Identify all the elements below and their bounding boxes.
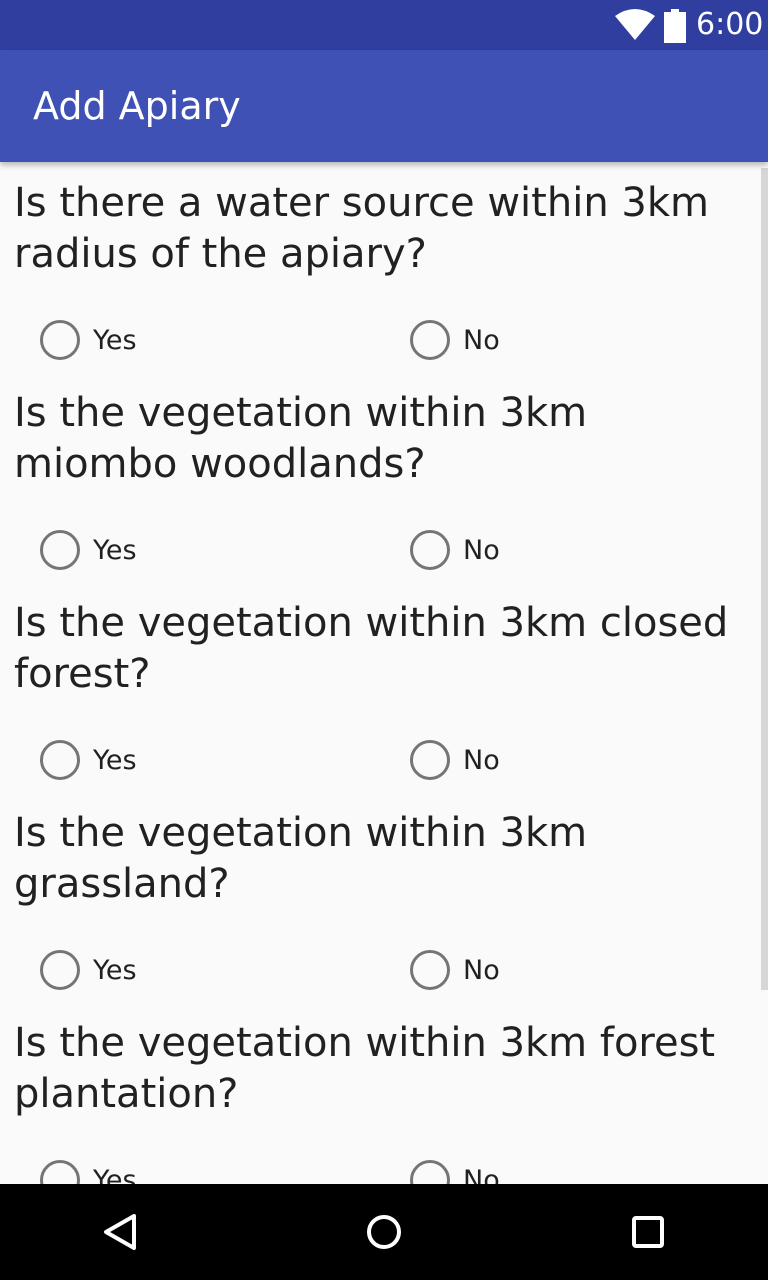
question-closed-forest: Is the vegetation within 3km closed fore… — [0, 582, 768, 792]
radio-yes[interactable]: Yes — [40, 320, 137, 360]
radio-unchecked-icon[interactable] — [410, 320, 450, 360]
radio-label-no: No — [463, 534, 500, 566]
radio-yes[interactable]: Yes — [40, 950, 137, 990]
question-text: Is the vegetation within 3km miombo wood… — [14, 390, 588, 487]
back-icon[interactable] — [96, 1208, 144, 1256]
radio-label-yes: Yes — [93, 324, 137, 356]
navigation-bar — [0, 1184, 768, 1280]
radio-label-no: No — [463, 1164, 500, 1185]
radio-no[interactable]: No — [410, 1160, 500, 1184]
battery-icon — [664, 9, 686, 43]
radio-unchecked-icon[interactable] — [40, 950, 80, 990]
scrollbar[interactable] — [761, 168, 768, 990]
radio-unchecked-icon[interactable] — [410, 1160, 450, 1184]
app-bar: Add Apiary — [0, 50, 768, 162]
radio-yes[interactable]: Yes — [40, 740, 137, 780]
home-icon[interactable] — [360, 1208, 408, 1256]
radio-no[interactable]: No — [410, 950, 500, 990]
radio-unchecked-icon[interactable] — [40, 320, 80, 360]
radio-no[interactable]: No — [410, 320, 500, 360]
question-miombo-woodlands: Is the vegetation within 3km miombo wood… — [0, 372, 768, 582]
question-text: Is the vegetation within 3km forest plan… — [14, 1020, 716, 1117]
radio-label-no: No — [463, 954, 500, 986]
recents-icon[interactable] — [624, 1208, 672, 1256]
page-title: Add Apiary — [33, 84, 241, 128]
radio-label-yes: Yes — [93, 744, 137, 776]
radio-label-yes: Yes — [93, 534, 137, 566]
radio-yes[interactable]: Yes — [40, 1160, 137, 1184]
question-text: Is the vegetation within 3km closed fore… — [14, 600, 729, 697]
question-list[interactable]: Is there a water source within 3km radiu… — [0, 162, 768, 1184]
question-forest-plantation: Is the vegetation within 3km forest plan… — [0, 1002, 768, 1184]
radio-unchecked-icon[interactable] — [410, 950, 450, 990]
radio-no[interactable]: No — [410, 530, 500, 570]
question-text: Is the vegetation within 3km grassland? — [14, 810, 588, 907]
radio-unchecked-icon[interactable] — [40, 740, 80, 780]
radio-label-yes: Yes — [93, 954, 137, 986]
radio-label-yes: Yes — [93, 1164, 137, 1185]
status-bar: 6:00 — [0, 0, 768, 50]
radio-unchecked-icon[interactable] — [410, 530, 450, 570]
question-grassland: Is the vegetation within 3km grassland? … — [0, 792, 768, 1002]
radio-unchecked-icon[interactable] — [40, 1160, 80, 1184]
question-water-source: Is there a water source within 3km radiu… — [0, 162, 768, 372]
radio-unchecked-icon[interactable] — [410, 740, 450, 780]
question-text: Is there a water source within 3km radiu… — [14, 180, 709, 277]
radio-unchecked-icon[interactable] — [40, 530, 80, 570]
screen: 6:00 Add Apiary Is there a water source … — [0, 0, 768, 1280]
radio-no[interactable]: No — [410, 740, 500, 780]
status-clock: 6:00 — [696, 7, 764, 42]
radio-label-no: No — [463, 324, 500, 356]
radio-label-no: No — [463, 744, 500, 776]
wifi-icon — [615, 9, 655, 40]
radio-yes[interactable]: Yes — [40, 530, 137, 570]
